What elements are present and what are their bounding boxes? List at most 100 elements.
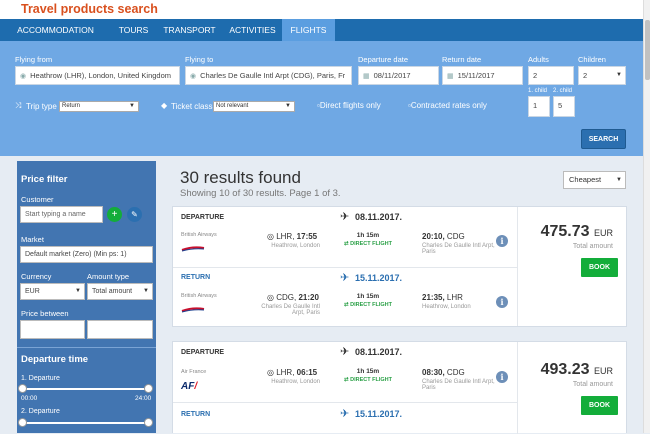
- info-icon[interactable]: i: [496, 371, 508, 383]
- departure2-slider-track[interactable]: [22, 422, 150, 424]
- card-divider: [517, 207, 518, 326]
- tab-tours[interactable]: TOURS: [111, 19, 156, 41]
- children-value: 2: [583, 71, 588, 80]
- ticket-class-value: Not relevant: [216, 103, 249, 109]
- departure1-slider-min-handle[interactable]: [18, 384, 27, 393]
- app-header: Travel products search: [0, 0, 643, 19]
- return-date: 15.11.2017.: [355, 409, 403, 419]
- child1-age-input[interactable]: 1: [528, 96, 550, 117]
- arrival-place: Charles De Gaulle Intl Arpt, Paris: [422, 379, 495, 391]
- departure-time: ◎ CDG, 21:20: [267, 293, 319, 302]
- currency-select[interactable]: EUR ▼: [20, 283, 85, 300]
- departure-time-value: 21:20: [298, 293, 319, 302]
- results-pagination-info: Showing 10 of 30 results. Page 1 of 3.: [180, 188, 341, 199]
- adults-label: Adults: [528, 55, 549, 64]
- direct-flights-label: Direct flights only: [319, 101, 381, 110]
- amount-type-value: Total amount: [92, 288, 133, 295]
- currency-value: EUR: [25, 288, 40, 295]
- return-section-label: RETURN: [181, 274, 211, 281]
- departure-section-label: DEPARTURE: [181, 349, 225, 356]
- book-button[interactable]: BOOK: [581, 396, 618, 415]
- flying-from-input[interactable]: ◉ Heathrow (LHR), London, United Kingdom: [15, 66, 180, 85]
- arrival-time: 20:10, CDG: [422, 232, 465, 241]
- price-currency: EUR: [593, 228, 613, 238]
- tab-flights[interactable]: FLIGHTS: [282, 19, 335, 41]
- calendar-icon: ▦: [447, 73, 454, 80]
- flight-duration: 1h 15m: [356, 232, 380, 239]
- tab-transport[interactable]: TRANSPORT: [156, 19, 223, 41]
- airline-name: British Airways: [181, 293, 217, 299]
- currency-label: Currency: [21, 272, 52, 281]
- arrival-time-value: 20:10,: [422, 232, 445, 241]
- child1-label: 1. child: [528, 88, 548, 94]
- total-price: 493.23 EUR: [533, 361, 613, 379]
- scrollbar-thumb[interactable]: [645, 20, 650, 80]
- add-customer-button[interactable]: +: [107, 207, 122, 222]
- airline-name: Air France: [181, 369, 207, 375]
- map-marker-icon: ◉: [20, 73, 27, 80]
- arrival-airport-code: CDG: [446, 232, 465, 241]
- return-date-input[interactable]: ▦ 15/11/2017: [442, 66, 523, 85]
- total-amount-label: Total amount: [572, 243, 613, 250]
- customer-input[interactable]: Start typing a name: [20, 206, 103, 223]
- arrival-airport-code: LHR: [446, 293, 463, 302]
- departure-place: Heathrow, London: [271, 379, 320, 385]
- info-icon[interactable]: i: [496, 235, 508, 247]
- departure-date: 08.11.2017.: [355, 212, 403, 222]
- info-icon[interactable]: i: [496, 296, 508, 308]
- departure1-slider-max-handle[interactable]: [144, 384, 153, 393]
- sort-select[interactable]: Cheapest ▼: [563, 171, 626, 189]
- direct-flights-checkbox[interactable]: ▫Direct flights only: [317, 101, 381, 110]
- direct-flight-text: DIRECT FLIGHT: [350, 241, 392, 247]
- departure-place: Charles De Gaulle Intl Arpt, Paris: [261, 304, 320, 316]
- departure2-slider-min-handle[interactable]: [18, 418, 27, 427]
- app-title: Travel products search: [21, 2, 158, 16]
- departure-date: 08.11.2017.: [355, 347, 403, 357]
- children-select[interactable]: 2 ▼: [578, 66, 626, 85]
- price-max-input[interactable]: [87, 320, 153, 339]
- return-date-label: Return date: [442, 55, 482, 64]
- departure-date-input[interactable]: ▦ 08/11/2017: [358, 66, 439, 85]
- map-marker-icon: ◉: [190, 73, 197, 80]
- book-button[interactable]: BOOK: [581, 258, 618, 277]
- ticket-class-label: Ticket class: [171, 102, 213, 111]
- arrival-time: 08:30, CDG: [422, 368, 465, 377]
- trip-type-select[interactable]: Return ▼: [59, 101, 139, 112]
- dropdown-arrow-icon: ▼: [143, 288, 149, 294]
- return-date: 15.11.2017.: [355, 273, 403, 283]
- tab-accommodation[interactable]: ACCOMMODATION: [0, 19, 111, 41]
- air-france-logo: AF/: [181, 381, 198, 392]
- departure2-slider-max-handle[interactable]: [144, 418, 153, 427]
- plane-icon: ✈: [340, 346, 350, 358]
- price-filter-sidebar: Price filter Customer Start typing a nam…: [17, 161, 156, 433]
- flight-result-card: DEPARTURE ✈ 08.11.2017. British Airways …: [172, 206, 627, 327]
- plane-icon: ✈: [340, 211, 350, 223]
- page-scrollbar[interactable]: [643, 0, 650, 433]
- product-tabs: ACCOMMODATION TOURS TRANSPORT ACTIVITIES…: [0, 19, 643, 41]
- departure1-min-label: 00:00: [21, 395, 38, 402]
- edit-customer-button[interactable]: ✎: [127, 207, 142, 222]
- child2-label: 2. child: [553, 88, 573, 94]
- plane-icon: ✈: [340, 272, 350, 284]
- card-divider: [173, 267, 517, 268]
- ba-logo-svg: [181, 246, 205, 252]
- dropdown-arrow-icon: ▼: [129, 103, 135, 109]
- ticket-class-select[interactable]: Not relevant ▼: [213, 101, 295, 112]
- child2-age-input[interactable]: 5: [553, 96, 575, 117]
- arrival-airport-code: CDG: [446, 368, 465, 377]
- contracted-rates-checkbox[interactable]: ▫Contracted rates only: [408, 101, 487, 110]
- amount-type-select[interactable]: Total amount ▼: [87, 283, 153, 300]
- arrival-place: Heathrow, London: [422, 304, 471, 310]
- flying-to-value: Charles De Gaulle Intl Arpt (CDG), Paris…: [200, 71, 346, 80]
- tab-activities[interactable]: ACTIVITIES: [223, 19, 282, 41]
- flying-to-input[interactable]: ◉ Charles De Gaulle Intl Arpt (CDG), Pari…: [185, 66, 352, 85]
- market-select[interactable]: Default market (Zero) (Min ps: 1): [20, 246, 153, 263]
- arrival-time: 21:35, LHR: [422, 293, 463, 302]
- from-label: Flying from: [15, 55, 53, 64]
- contracted-rates-label: Contracted rates only: [410, 101, 487, 110]
- adults-input[interactable]: 2: [528, 66, 574, 85]
- price-min-input[interactable]: [20, 320, 85, 339]
- search-button[interactable]: SEARCH: [581, 129, 626, 149]
- departure1-slider-track[interactable]: [22, 388, 150, 390]
- dropdown-arrow-icon: ▼: [285, 103, 291, 109]
